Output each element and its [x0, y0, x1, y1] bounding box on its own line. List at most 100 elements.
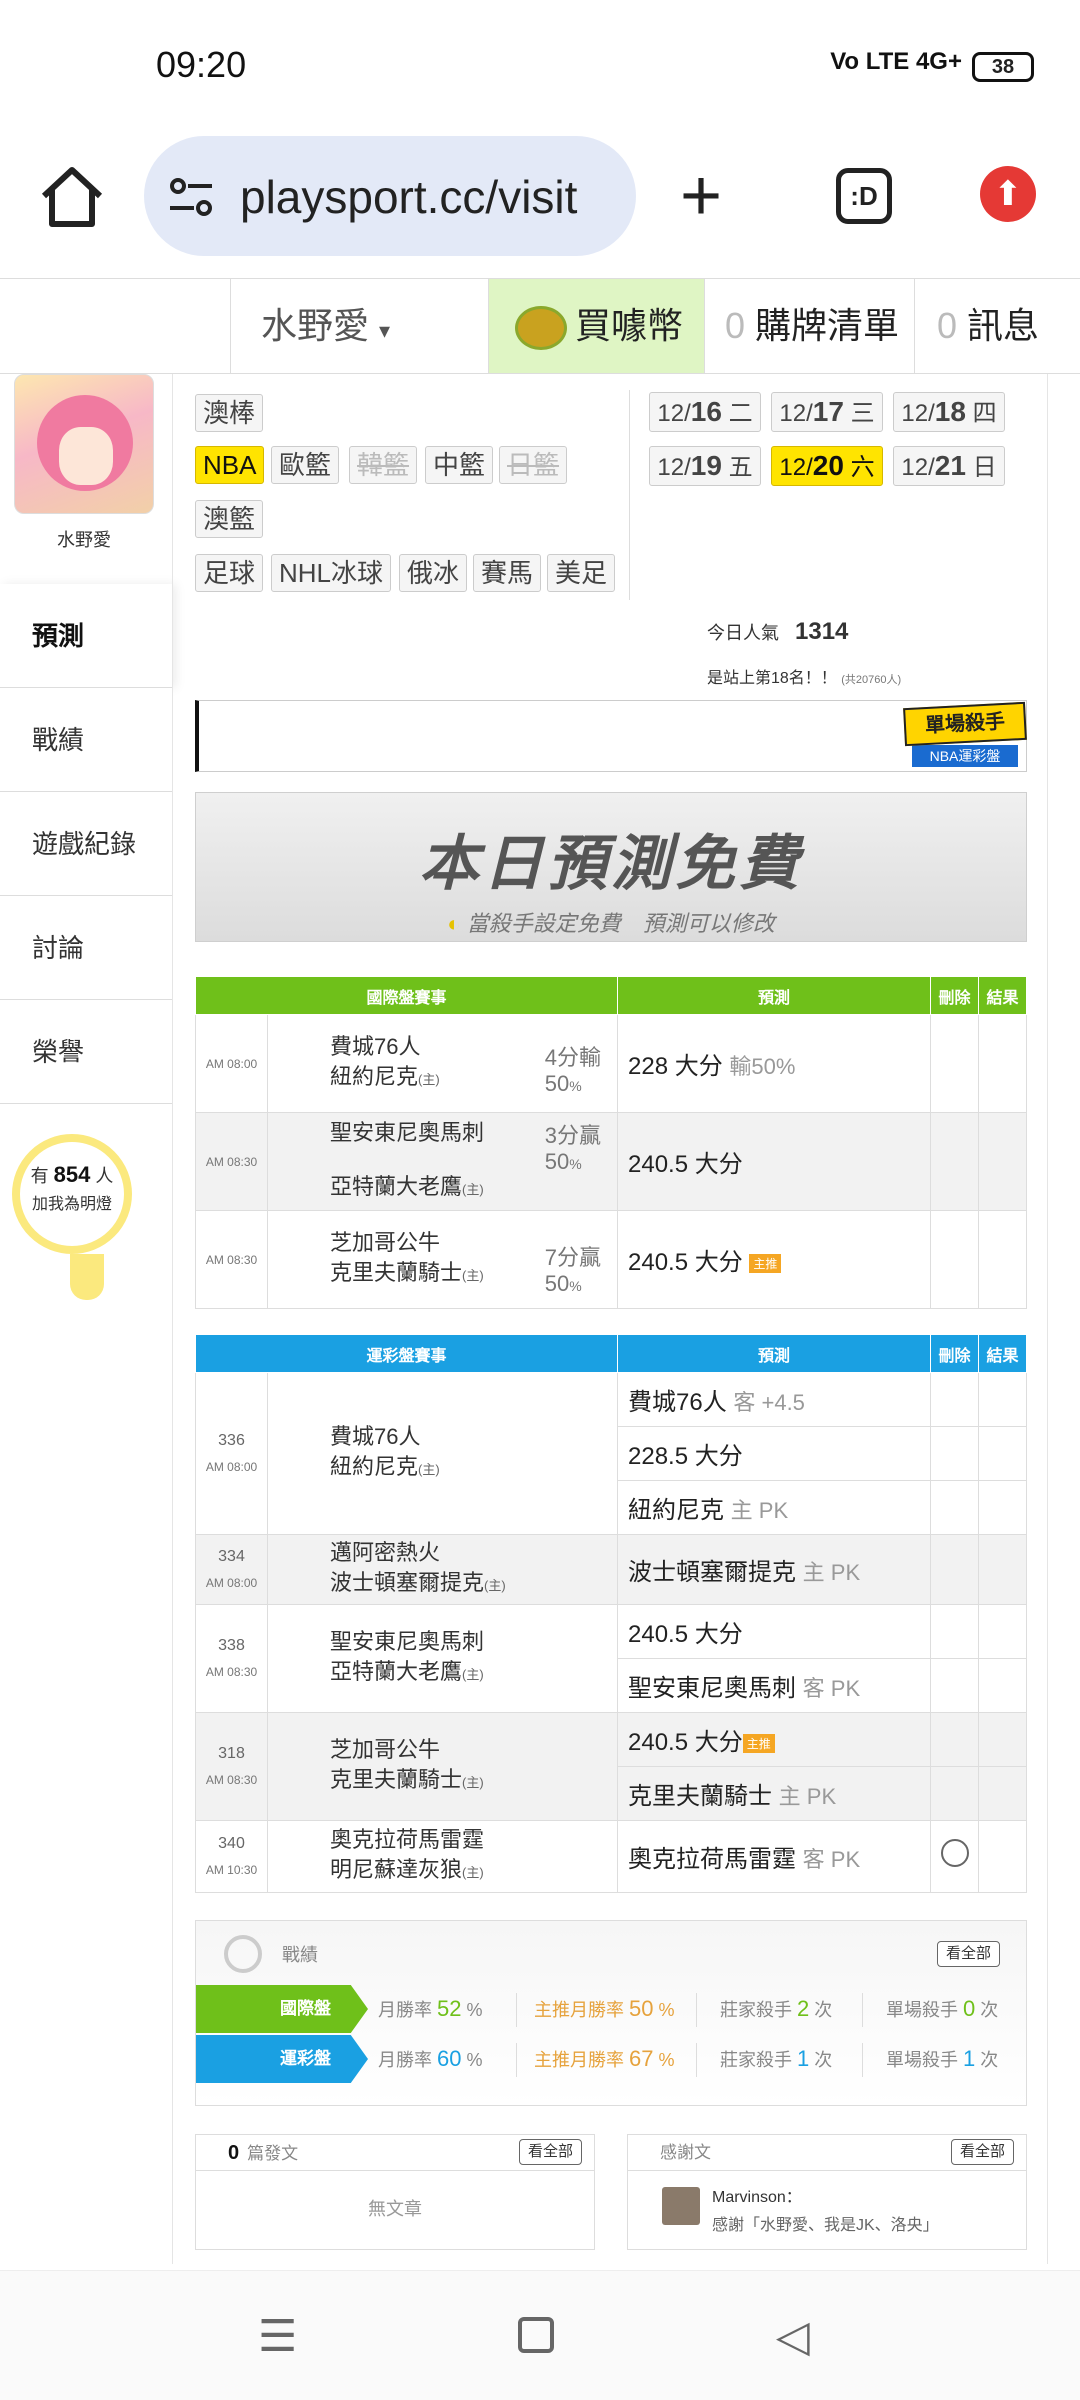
date-tab-1217[interactable]: 12/17 三	[771, 392, 883, 432]
date-tab-1220[interactable]: 12/20 六	[771, 446, 883, 486]
date-tab-1218[interactable]: 12/18 四	[893, 392, 1005, 432]
col-header: 刪除	[930, 976, 979, 1015]
sport-tag-russia-hockey[interactable]: 俄冰	[399, 554, 468, 592]
sport-tag-korea-basketball[interactable]: 韓籃	[349, 446, 418, 484]
delete-cell[interactable]	[930, 1820, 979, 1893]
avatar[interactable]	[14, 374, 154, 514]
delete-circle-icon[interactable]	[940, 1839, 969, 1867]
banner-note: ◐ 當殺手設定免費 預測可以修改	[196, 906, 1026, 938]
msg-label: 訊息	[967, 305, 1040, 346]
profile-nav: 預測 戰績 遊戲紀錄 討論 榮譽	[0, 584, 172, 1104]
network-indicator: Vo LTE 4G+	[830, 48, 962, 75]
delete-cell	[930, 1210, 979, 1309]
result-cell	[978, 1658, 1027, 1713]
result-cell	[978, 1426, 1027, 1481]
new-tab-icon[interactable]: +	[680, 160, 722, 232]
table-row: 338 AM 08:30 聖安東尼奧馬刺 亞特蘭大老鷹(主) 240.5 大分	[195, 1604, 1027, 1713]
sport-tag-american-football[interactable]: 美足	[547, 554, 616, 592]
table-row: 336 AM 08:00 費城76人 紐約尼克(主) 費城76人 客 +4.5	[195, 1372, 1027, 1535]
fan-lightbulb-button[interactable]: 有 854 人 加我為明燈	[12, 1134, 132, 1300]
update-icon[interactable]: ⬆	[980, 166, 1036, 222]
table-row: 340 AM 10:30 奧克拉荷馬雷霆 明尼蘇達灰狼(主) 奧克拉荷馬雷霆 客 P…	[195, 1820, 1027, 1893]
articles-label: 篇發文	[247, 2144, 299, 2163]
table-row: 334 AM 08:00 邁阿密熱火 波士頓塞爾提克(主) 波士頓塞爾提克 主 PK	[195, 1534, 1027, 1605]
thanks-text: 感謝「水野愛、我是JK、洛央」	[712, 2217, 939, 2234]
single-killer-count: 單場殺手 0 次	[886, 1996, 999, 2021]
result-cell	[978, 1766, 1027, 1821]
sidebar-item-game-log[interactable]: 遊戲紀錄	[0, 792, 172, 896]
buy-coin-button[interactable]: 買噱幣	[488, 279, 704, 373]
sport-tag-nba[interactable]: NBA	[195, 446, 265, 484]
sport-tag-japan-basketball[interactable]: 日籃	[499, 446, 568, 484]
popularity-label: 今日人氣	[707, 623, 779, 643]
game-number-time: 338 AM 08:30	[195, 1604, 268, 1713]
game-time: AM 08:30	[195, 1210, 268, 1309]
see-all-articles-button[interactable]: 看全部	[518, 2139, 582, 2165]
prediction: 克里夫蘭騎士 主 PK	[617, 1766, 931, 1821]
prediction: 費城76人 客 +4.5	[617, 1372, 931, 1427]
back-icon[interactable]: ◁	[776, 2311, 810, 2362]
free-prediction-banner: 本日預測免費 ◐ 當殺手設定免費 預測可以修改	[195, 792, 1027, 942]
banker-killer-count: 莊家殺手 2 次	[720, 1996, 833, 2021]
sport-tag-euro-basketball[interactable]: 歐籃	[271, 446, 340, 484]
killer-bar: 單場殺手 NBA運彩盤	[195, 700, 1027, 772]
single-game-killer-badge: 單場殺手 NBA運彩盤	[903, 701, 1027, 771]
main-pick-badge: 主推	[742, 1734, 775, 1754]
home-team: 克里夫蘭騎士	[330, 1260, 463, 1285]
banner-title: 本日預測免費	[419, 830, 803, 897]
sport-tag-aus-basketball[interactable]: 澳籃	[195, 500, 264, 538]
main-content: 澳棒 NBA 歐籃 韓籃 中籃 日籃 澳籃 足球 NHL冰球 俄冰 賽馬 美足 …	[172, 374, 1048, 2264]
sport-tag-nhl[interactable]: NHL冰球	[271, 554, 392, 592]
articles-box: 0 篇發文 看全部 無文章	[195, 2134, 595, 2250]
site-settings-icon[interactable]	[168, 174, 214, 220]
popularity-stat: 今日人氣 1314	[707, 618, 848, 646]
address-bar[interactable]: playsport.cc/visit	[144, 136, 636, 256]
menu-icon[interactable]: ☰	[258, 2311, 297, 2362]
record-panel: 戰績 看全部 國際盤 月勝率 52 % 主推月勝率 50 % 莊家殺手 2 次 …	[195, 1920, 1027, 2106]
date-tab-1221[interactable]: 12/21 日	[893, 446, 1005, 486]
game-teams: 聖安東尼奧馬刺 亞特蘭大老鷹(主) 3分贏 50%	[267, 1112, 618, 1211]
sidebar-item-predictions[interactable]: 預測	[0, 584, 172, 688]
sport-tag-china-basketball[interactable]: 中籃	[425, 446, 494, 484]
user-name: 水野愛	[261, 305, 370, 346]
game-teams: 芝加哥公牛 克里夫蘭騎士(主) 7分贏 50%	[267, 1210, 618, 1309]
cart-button[interactable]: 0 購牌清單	[704, 279, 914, 373]
buy-coin-label: 買噱幣	[575, 305, 684, 346]
game-teams: 邁阿密熱火 波士頓塞爾提克(主)	[267, 1534, 618, 1605]
col-header: 結果	[978, 976, 1027, 1015]
browser-toolbar: playsport.cc/visit + :D ⬆	[0, 130, 1080, 276]
messages-button[interactable]: 0 訊息	[914, 279, 1080, 373]
game-number-time: 318 AM 08:30	[195, 1712, 268, 1821]
thanks-header: 感謝文 看全部	[628, 2135, 1026, 2171]
see-all-record-button[interactable]: 看全部	[936, 1941, 1000, 1967]
sport-tag-aus-baseball[interactable]: 澳棒	[195, 394, 264, 432]
tab-switcher-icon[interactable]: :D	[836, 168, 892, 224]
sport-tag-horse-racing[interactable]: 賽馬	[473, 554, 542, 592]
handicap: 4分輸 50%	[544, 1045, 601, 1096]
home-icon[interactable]	[36, 162, 108, 234]
sidebar-item-record[interactable]: 戰績	[0, 688, 172, 792]
thanks-item[interactable]: Marvinson： 感謝「水野愛、我是JK、洛央」	[628, 2171, 1026, 2235]
thanks-label: 感謝文	[660, 2143, 711, 2162]
game-time: AM 08:00	[195, 1014, 268, 1113]
date-tab-1216[interactable]: 12/16 二	[649, 392, 761, 432]
url-text[interactable]: playsport.cc/visit	[240, 170, 620, 224]
sport-tag-soccer[interactable]: 足球	[195, 554, 264, 592]
sidebar-item-discussion[interactable]: 討論	[0, 896, 172, 1000]
user-menu[interactable]: 水野愛 ▾	[230, 279, 488, 373]
prediction: 波士頓塞爾提克 主 PK	[617, 1534, 931, 1605]
home-square-icon[interactable]	[518, 2317, 554, 2353]
game-number-time: 340 AM 10:30	[195, 1820, 268, 1893]
date-tab-1219[interactable]: 12/19 五	[649, 446, 761, 486]
table-row: AM 08:30 聖安東尼奧馬刺 亞特蘭大老鷹(主) 3分贏 50% 240.5 …	[195, 1112, 1027, 1211]
result-cell	[978, 1604, 1027, 1659]
prediction: 228.5 大分	[617, 1426, 931, 1481]
see-all-thanks-button[interactable]: 看全部	[950, 2139, 1014, 2165]
record-title: 戰績	[282, 1945, 318, 1965]
col-header: 預測	[617, 976, 931, 1015]
game-teams: 費城76人 紐約尼克(主) 4分輸 50%	[267, 1014, 618, 1113]
col-header: 運彩盤賽事	[195, 1334, 618, 1373]
sidebar-item-honors[interactable]: 榮譽	[0, 1000, 172, 1104]
fans-unit: 人	[95, 1166, 114, 1186]
prediction: 奧克拉荷馬雷霆 客 PK	[617, 1820, 931, 1893]
